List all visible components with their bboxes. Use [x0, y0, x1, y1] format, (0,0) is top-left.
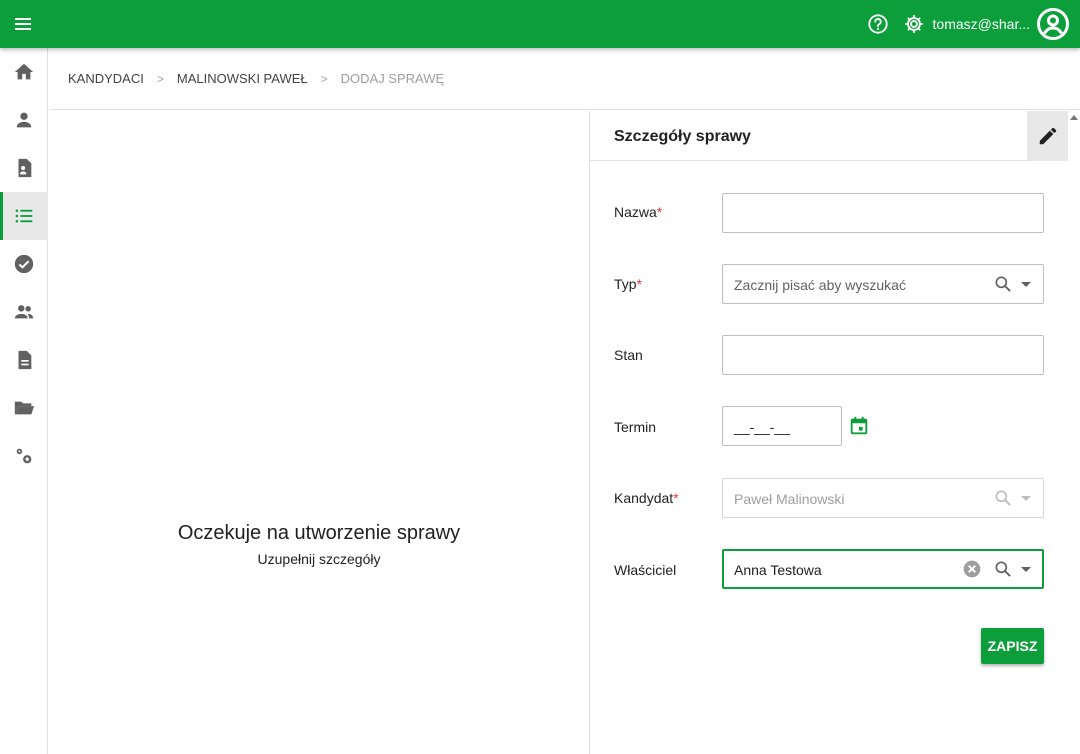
top-app-bar: tomasz@shar...	[0, 0, 1080, 48]
sidebar-item-list[interactable]	[0, 192, 48, 240]
stan-input[interactable]	[722, 335, 1044, 375]
home-icon	[14, 63, 34, 80]
wlasciciel-value: Anna Testowa	[734, 562, 822, 578]
empty-state-title: Oczekuje na utworzenie sprawy	[177, 522, 461, 544]
typ-placeholder: Zacznij pisać aby wyszukać	[734, 277, 906, 293]
kandydat-label-text: Kandydat	[614, 490, 674, 506]
sidebar-item-document-person[interactable]	[0, 144, 48, 192]
breadcrumb-item-candidates[interactable]: KANDYDACI	[68, 71, 144, 86]
termin-label: Termin	[614, 419, 657, 435]
edit-button[interactable]	[1027, 111, 1069, 161]
people-icon	[14, 305, 34, 319]
termin-value: __-__-__	[734, 419, 791, 435]
kandydat-label: Kandydat*	[614, 490, 679, 506]
help-icon[interactable]	[867, 13, 889, 35]
wlasciciel-label: Właściciel	[614, 562, 677, 578]
document-person-icon	[18, 158, 32, 178]
document-icon	[18, 350, 32, 370]
chevron-down-icon[interactable]	[1021, 282, 1031, 287]
menu-icon[interactable]	[13, 12, 35, 36]
required-marker: *	[636, 276, 643, 292]
breadcrumb-item-candidate[interactable]: MALINOWSKI PAWEŁ	[177, 71, 308, 86]
folder-open-icon	[14, 401, 35, 415]
scrollbar[interactable]	[1068, 111, 1080, 754]
typ-autocomplete[interactable]: Zacznij pisać aby wyszukać	[722, 264, 1044, 304]
empty-state-panel: Oczekuje na utworzenie sprawy Uzupełnij …	[49, 111, 589, 754]
typ-label-text: Typ	[614, 276, 637, 292]
calendar-icon[interactable]	[848, 415, 870, 437]
termin-date-input[interactable]: __-__-__	[722, 406, 842, 446]
kandydat-value: Paweł Malinowski	[734, 491, 845, 507]
typ-label: Typ*	[614, 276, 642, 292]
user-email[interactable]: tomasz@shar...	[933, 16, 1030, 32]
search-icon	[995, 490, 1011, 506]
required-marker: *	[656, 204, 663, 220]
person-icon	[16, 112, 32, 128]
cogs-icon	[16, 448, 32, 464]
required-marker: *	[673, 490, 679, 506]
kandydat-autocomplete: Paweł Malinowski	[722, 478, 1044, 518]
clear-icon[interactable]	[962, 559, 982, 579]
sidebar-item-check[interactable]	[0, 240, 48, 288]
chevron-down-icon[interactable]	[1021, 567, 1031, 572]
account-circle-icon[interactable]	[1036, 7, 1070, 41]
check-circle-icon	[14, 254, 34, 274]
empty-state-subtitle: Uzupełnij szczegóły	[257, 551, 381, 567]
nazwa-label: Nazwa*	[614, 204, 662, 220]
save-button[interactable]: ZAPISZ	[981, 628, 1044, 664]
sidebar-item-person[interactable]	[0, 96, 48, 144]
breadcrumb-separator: >	[156, 71, 164, 86]
breadcrumb-item-current: DODAJ SPRAWĘ	[340, 71, 445, 86]
breadcrumb-separator: >	[320, 71, 328, 86]
list-icon	[15, 209, 33, 223]
sidebar-item-people[interactable]	[0, 288, 48, 336]
pencil-icon	[1039, 127, 1057, 145]
breadcrumb: KANDYDACI > MALINOWSKI PAWEŁ > DODAJ SPR…	[49, 48, 1080, 110]
details-header: Szczegóły sprawy	[590, 111, 1069, 161]
nazwa-label-text: Nazwa	[614, 204, 657, 220]
gear-icon[interactable]	[903, 13, 925, 35]
sidebar-nav	[0, 48, 48, 754]
case-details-panel: Szczegóły sprawy Nazwa* Typ* Zacznij pis…	[589, 111, 1069, 754]
chevron-down-icon	[1021, 496, 1031, 501]
user-area: tomasz@shar...	[867, 7, 1070, 41]
sidebar-item-home[interactable]	[0, 48, 48, 96]
stan-label: Stan	[614, 347, 643, 363]
details-title: Szczegóły sprawy	[614, 128, 751, 145]
nazwa-input[interactable]	[722, 193, 1044, 233]
sidebar-item-folder[interactable]	[0, 384, 48, 432]
search-icon[interactable]	[993, 274, 1013, 294]
wlasciciel-autocomplete[interactable]: Anna Testowa	[722, 549, 1044, 589]
scroll-up-arrow-icon[interactable]	[1070, 115, 1078, 120]
search-icon[interactable]	[993, 559, 1013, 579]
sidebar-item-settings[interactable]	[0, 432, 48, 480]
sidebar-item-document[interactable]	[0, 336, 48, 384]
